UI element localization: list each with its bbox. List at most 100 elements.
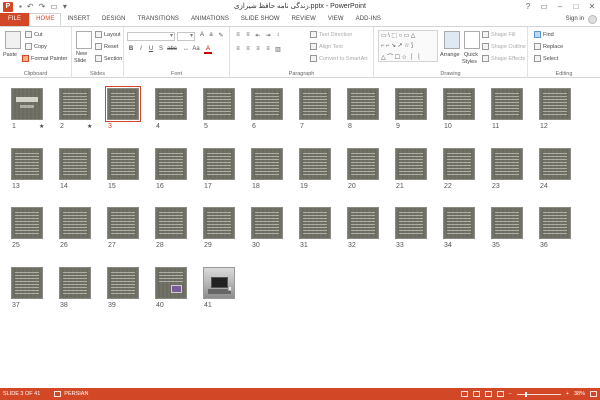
increase-indent-icon[interactable]: ⇥ xyxy=(264,32,272,39)
font-name-combo[interactable] xyxy=(127,32,175,41)
slide-thumbnail[interactable] xyxy=(203,147,235,180)
shadow-button[interactable]: S xyxy=(157,46,165,52)
shape-fill-button[interactable]: Shape Fill xyxy=(482,31,515,38)
slide-thumbnail[interactable] xyxy=(539,207,571,239)
minimize-button[interactable]: – xyxy=(552,0,568,13)
line-spacing-icon[interactable]: ↕ xyxy=(274,32,282,38)
normal-view-icon[interactable] xyxy=(460,391,468,397)
reset-button[interactable]: Reset xyxy=(95,43,118,50)
help-icon[interactable]: ? xyxy=(520,0,536,13)
zoom-in-button[interactable]: + xyxy=(566,391,569,397)
slide-thumbnail[interactable] xyxy=(59,88,91,120)
align-center-icon[interactable]: ≡ xyxy=(244,46,252,52)
paste-icon[interactable] xyxy=(5,31,21,49)
zoom-slider-thumb[interactable] xyxy=(524,391,527,397)
powerpoint-app-icon[interactable]: P xyxy=(3,1,13,12)
slide-thumbnail[interactable] xyxy=(539,147,571,180)
customize-icon[interactable]: ▾ xyxy=(63,2,67,11)
paste-button[interactable]: Paste xyxy=(3,52,17,58)
start-from-beginning-icon[interactable]: ▭ xyxy=(50,2,58,11)
animation-star-icon[interactable]: ★ xyxy=(87,123,92,130)
align-text-button[interactable]: Align Text xyxy=(310,43,343,50)
slide-thumbnail[interactable] xyxy=(107,207,139,239)
new-slide-icon[interactable] xyxy=(76,31,92,49)
find-button[interactable]: Find xyxy=(534,31,554,38)
cut-button[interactable]: Cut xyxy=(25,31,43,38)
slide-thumbnail[interactable] xyxy=(539,88,571,120)
redo-icon[interactable]: ↷ xyxy=(39,2,46,11)
layout-button[interactable]: Layout xyxy=(95,31,121,38)
underline-button[interactable]: U xyxy=(147,46,155,52)
user-avatar-icon[interactable] xyxy=(588,15,597,24)
undo-icon[interactable]: ↶ xyxy=(27,2,34,11)
slide-thumbnail[interactable] xyxy=(395,147,427,180)
columns-icon[interactable]: ▥ xyxy=(274,46,282,53)
slide-thumbnail[interactable] xyxy=(299,207,331,239)
slide-thumbnail[interactable] xyxy=(11,147,43,180)
font-size-combo[interactable] xyxy=(177,32,195,41)
slide-thumbnail[interactable] xyxy=(395,207,427,239)
clear-format-icon[interactable]: ✎ xyxy=(217,32,225,39)
quick-styles-label-1[interactable]: Quick xyxy=(464,52,478,58)
close-button[interactable]: ✕ xyxy=(584,0,600,13)
slide-thumbnail[interactable] xyxy=(107,147,139,180)
tab-insert[interactable]: INSERT xyxy=(61,13,96,26)
slide-thumbnail[interactable] xyxy=(59,266,91,299)
slide-thumbnail[interactable] xyxy=(491,88,523,120)
font-color-button[interactable]: A xyxy=(204,46,212,54)
slide-thumbnail[interactable] xyxy=(491,207,523,239)
slide-thumbnail[interactable] xyxy=(299,147,331,180)
change-case-icon[interactable]: Aa xyxy=(192,46,200,52)
slide-thumbnail[interactable] xyxy=(105,86,141,122)
zoom-slider[interactable] xyxy=(516,391,561,397)
tab-animations[interactable]: ANIMATIONS xyxy=(185,13,235,26)
convert-smartart-button[interactable]: Convert to SmartArt xyxy=(310,55,368,62)
tab-home[interactable]: HOME xyxy=(29,13,62,26)
char-spacing-icon[interactable]: ↔ xyxy=(182,46,190,52)
new-slide-label-1[interactable]: New xyxy=(76,51,87,57)
bold-button[interactable]: B xyxy=(127,46,135,52)
grow-font-icon[interactable]: A xyxy=(198,32,206,38)
numbering-icon[interactable]: ≡ xyxy=(244,32,252,38)
quick-styles-label-2[interactable]: Styles xyxy=(462,59,477,65)
slide-thumbnail[interactable] xyxy=(59,147,91,180)
slide-thumbnail[interactable] xyxy=(155,207,187,239)
language-status[interactable]: PERSIAN xyxy=(54,391,88,397)
slide-thumbnail[interactable] xyxy=(347,207,379,239)
ribbon-options-icon[interactable]: ▭ xyxy=(536,0,552,13)
slide-thumbnail[interactable] xyxy=(155,88,187,120)
justify-icon[interactable]: ≡ xyxy=(264,46,272,52)
reading-view-icon[interactable] xyxy=(484,391,492,397)
tab-file[interactable]: FILE xyxy=(0,13,30,26)
tab-transitions[interactable]: TRANSITIONS xyxy=(132,13,185,26)
bullets-icon[interactable]: ≡ xyxy=(234,32,242,38)
slide-thumbnail[interactable] xyxy=(107,266,139,299)
new-slide-label-2[interactable]: Slide xyxy=(74,58,86,64)
format-painter-button[interactable]: Format Painter xyxy=(22,55,67,62)
tab-slide-show[interactable]: SLIDE SHOW xyxy=(235,13,286,26)
select-button[interactable]: Select xyxy=(534,55,558,62)
slide-show-view-icon[interactable] xyxy=(496,391,504,397)
slide-thumbnail[interactable] xyxy=(251,147,283,180)
slide-thumbnail[interactable] xyxy=(299,88,331,120)
tab-design[interactable]: DESIGN xyxy=(96,13,132,26)
slide-thumbnail[interactable] xyxy=(395,88,427,120)
text-direction-button[interactable]: Text Direction xyxy=(310,31,352,38)
slide-thumbnail[interactable] xyxy=(11,88,43,120)
animation-star-icon[interactable]: ★ xyxy=(39,123,44,130)
fit-to-window-icon[interactable] xyxy=(590,391,597,397)
slide-thumbnail[interactable] xyxy=(155,266,187,299)
strikethrough-button[interactable]: abc xyxy=(166,46,178,52)
slide-thumbnail[interactable] xyxy=(155,147,187,180)
slide-thumbnail[interactable] xyxy=(347,88,379,120)
slide-thumbnail[interactable] xyxy=(203,207,235,239)
tab-view[interactable]: VIEW xyxy=(322,13,350,26)
maximize-button[interactable]: □ xyxy=(568,0,584,13)
slide-thumbnail[interactable] xyxy=(251,207,283,239)
slide-thumbnail[interactable] xyxy=(11,207,43,239)
slide-thumbnail[interactable] xyxy=(251,88,283,120)
decrease-indent-icon[interactable]: ⇤ xyxy=(254,32,262,39)
tab-review[interactable]: REVIEW xyxy=(286,13,322,26)
replace-button[interactable]: Replace xyxy=(534,43,563,50)
slide-thumbnail[interactable] xyxy=(443,88,475,120)
